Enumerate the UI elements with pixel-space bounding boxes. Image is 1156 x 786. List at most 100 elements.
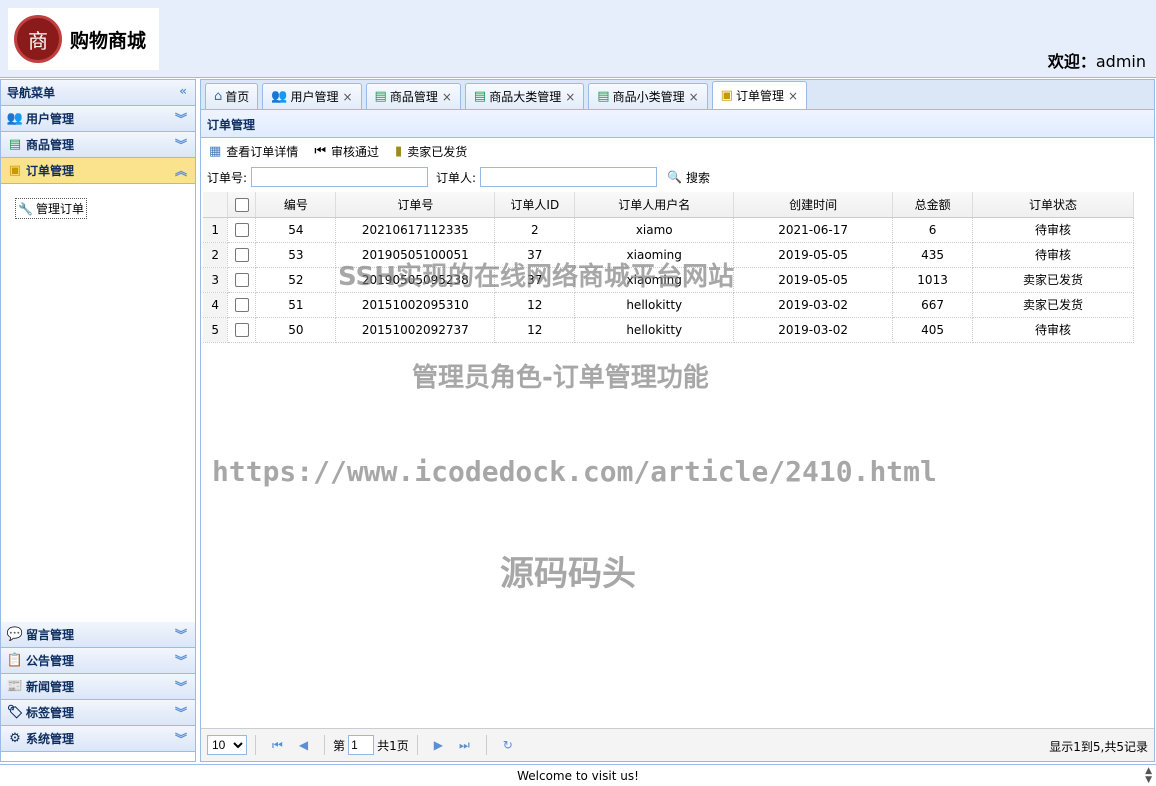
approve-label: 审核通过 (331, 145, 380, 159)
cell-username: xiaoming (574, 242, 735, 268)
tab-label: 商品大类管理 (489, 90, 562, 104)
sidebar-title: 导航菜单 « (1, 80, 195, 106)
first-page-icon[interactable]: ⏮ (272, 738, 283, 753)
row-checkbox[interactable] (234, 272, 249, 287)
sidebar-item-orders[interactable]: ▣ 订单管理 ︽ (1, 158, 195, 184)
tab-label: 首页 (225, 90, 250, 104)
sidebar-subitem-manage-orders[interactable]: 🔧 管理订单 (15, 198, 87, 219)
logo-text: 购物商城 (70, 29, 147, 52)
tab-product-management[interactable]: ▤ 商品管理 × (365, 83, 461, 109)
search-button[interactable]: 🔍 搜索 (667, 169, 710, 186)
search-bar: 订单号: 订单人: 🔍 搜索 (201, 165, 1154, 189)
shipped-button[interactable]: ▮ 卖家已发货 (395, 143, 467, 160)
cell-total: 6 (892, 217, 974, 243)
tab-user-management[interactable]: 👥 用户管理 × (262, 83, 362, 109)
panel-title: 订单管理 (201, 110, 1154, 138)
sidebar-item-products[interactable]: ▤ 商品管理 ︾ (1, 132, 195, 158)
shipped-label: 卖家已发货 (407, 145, 468, 159)
column-header-status[interactable]: 订单状态 (972, 192, 1134, 218)
select-all-checkbox[interactable] (234, 197, 249, 212)
table-row[interactable]: 5 50 20151002092737 12 hellokitty 2019-0… (203, 317, 1134, 343)
close-icon[interactable]: × (788, 89, 798, 103)
row-number: 3 (203, 267, 229, 293)
approve-button[interactable]: ⏮ 审核通过 (314, 143, 379, 160)
sidebar-item-users[interactable]: 👥 用户管理 ︾ (1, 106, 195, 132)
row-checkbox[interactable] (234, 222, 249, 237)
sidebar-item-notices[interactable]: 📋 公告管理 ︾ (1, 648, 195, 674)
next-page-icon[interactable]: ▶ (434, 738, 443, 752)
page-number-input[interactable] (348, 735, 375, 755)
divider (255, 735, 256, 755)
page-total: 共1页 (377, 738, 409, 753)
column-header-created[interactable]: 创建时间 (733, 192, 894, 218)
table-row[interactable]: 1 54 20210617112335 2 xiamo 2021-06-17 6… (203, 217, 1134, 243)
users-icon: 👥 (271, 89, 288, 104)
footer: Welcome to visit us! ▲ ▼ (0, 764, 1156, 786)
order-grid: 编号 订单号 订单人ID 订单人用户名 创建时间 总金额 订单状态 1 54 2… (203, 192, 1134, 343)
chevron-up-icon: ︽ (174, 164, 187, 178)
cell-status: 卖家已发货 (972, 267, 1134, 293)
cell-id: 51 (255, 292, 337, 318)
cell-created: 2019-03-02 (733, 292, 894, 318)
chevron-down-icon: ︾ (174, 628, 187, 642)
comment-icon: 💬 (6, 627, 24, 642)
cell-status: 待审核 (972, 242, 1134, 268)
table-row[interactable]: 2 53 20190505100051 37 xiaoming 2019-05-… (203, 242, 1134, 268)
welcome-user: admin (1095, 52, 1146, 71)
column-header-id[interactable]: 编号 (255, 192, 337, 218)
chevron-down-icon: ︾ (174, 112, 187, 126)
column-header-order-no[interactable]: 订单号 (335, 192, 496, 218)
cell-created: 2021-06-17 (733, 217, 894, 243)
row-checkbox[interactable] (234, 322, 249, 337)
orderer-input[interactable] (480, 167, 658, 187)
column-header-total[interactable]: 总金额 (892, 192, 974, 218)
sidebar-submenu: 🔧 管理订单 (1, 184, 195, 622)
cell-created: 2019-03-02 (733, 317, 894, 343)
sidebar-item-system[interactable]: ⚙ 系统管理 ︾ (1, 726, 195, 752)
collapse-sidebar-icon[interactable]: « (179, 84, 187, 98)
tab-category-management[interactable]: ▤ 商品大类管理 × (464, 83, 585, 109)
close-icon[interactable]: × (565, 90, 575, 104)
chevron-down-icon: ︾ (174, 654, 187, 668)
list-icon: ▤ (473, 89, 487, 104)
cell-username: hellokitty (574, 292, 735, 318)
row-checkbox[interactable] (234, 297, 249, 312)
tab-home[interactable]: ⌂ 首页 (205, 83, 259, 109)
row-number: 2 (203, 242, 229, 268)
tab-label: 用户管理 (290, 90, 339, 104)
tab-order-management[interactable]: ▣ 订单管理 × (711, 81, 808, 109)
logo-emblem: 商 (14, 15, 62, 63)
users-icon: 👥 (6, 111, 24, 126)
sidebar-item-tags[interactable]: 🏷 标签管理 ︾ (1, 700, 195, 726)
home-icon: ⌂ (214, 89, 223, 104)
column-header-user-id[interactable]: 订单人ID (494, 192, 576, 218)
refresh-icon[interactable]: ↻ (503, 738, 513, 752)
sidebar-item-news[interactable]: 📰 新闻管理 ︾ (1, 674, 195, 700)
order-no-input[interactable] (251, 167, 429, 187)
divider (416, 735, 418, 755)
row-checkbox-cell (227, 317, 257, 343)
prev-page-icon[interactable]: ◀ (299, 738, 308, 752)
sidebar-item-messages[interactable]: 💬 留言管理 ︾ (1, 622, 195, 648)
close-icon[interactable]: × (342, 90, 352, 104)
tab-subcategory-management[interactable]: ▤ 商品小类管理 × (588, 83, 708, 109)
cell-total: 1013 (892, 267, 974, 293)
view-detail-button[interactable]: ▦ 查看订单详情 (209, 143, 298, 160)
row-number: 1 (203, 217, 229, 243)
last-page-icon[interactable]: ⏭ (459, 738, 470, 753)
close-icon[interactable]: × (689, 90, 699, 104)
table-row[interactable]: 4 51 20151002095310 12 hellokitty 2019-0… (203, 292, 1134, 318)
tab-strip: ⌂ 首页 👥 用户管理 × ▤ 商品管理 × ▤ 商品大类管理 × ▤ 商品小类… (200, 79, 1155, 109)
row-checkbox[interactable] (234, 247, 249, 262)
close-icon[interactable]: × (442, 90, 452, 104)
cell-username: hellokitty (574, 317, 735, 343)
tools-icon: 🔧 (18, 201, 33, 216)
footer-spinner-icon[interactable]: ▲ ▼ (1145, 767, 1152, 785)
table-row[interactable]: 3 52 20190505095238 37 xiaoming 2019-05-… (203, 267, 1134, 293)
column-header-username[interactable]: 订单人用户名 (574, 192, 735, 218)
select-all-checkbox-cell (227, 192, 257, 218)
sidebar-item-label: 用户管理 (26, 112, 75, 126)
page-size-select[interactable]: 10 (207, 735, 247, 755)
sidebar-item-label: 订单管理 (26, 164, 75, 178)
pagination-bar: 10 ⏮ ◀ 第 共1页 ▶ ⏭ ↻ 显示1到5,共5记录 (201, 728, 1154, 761)
